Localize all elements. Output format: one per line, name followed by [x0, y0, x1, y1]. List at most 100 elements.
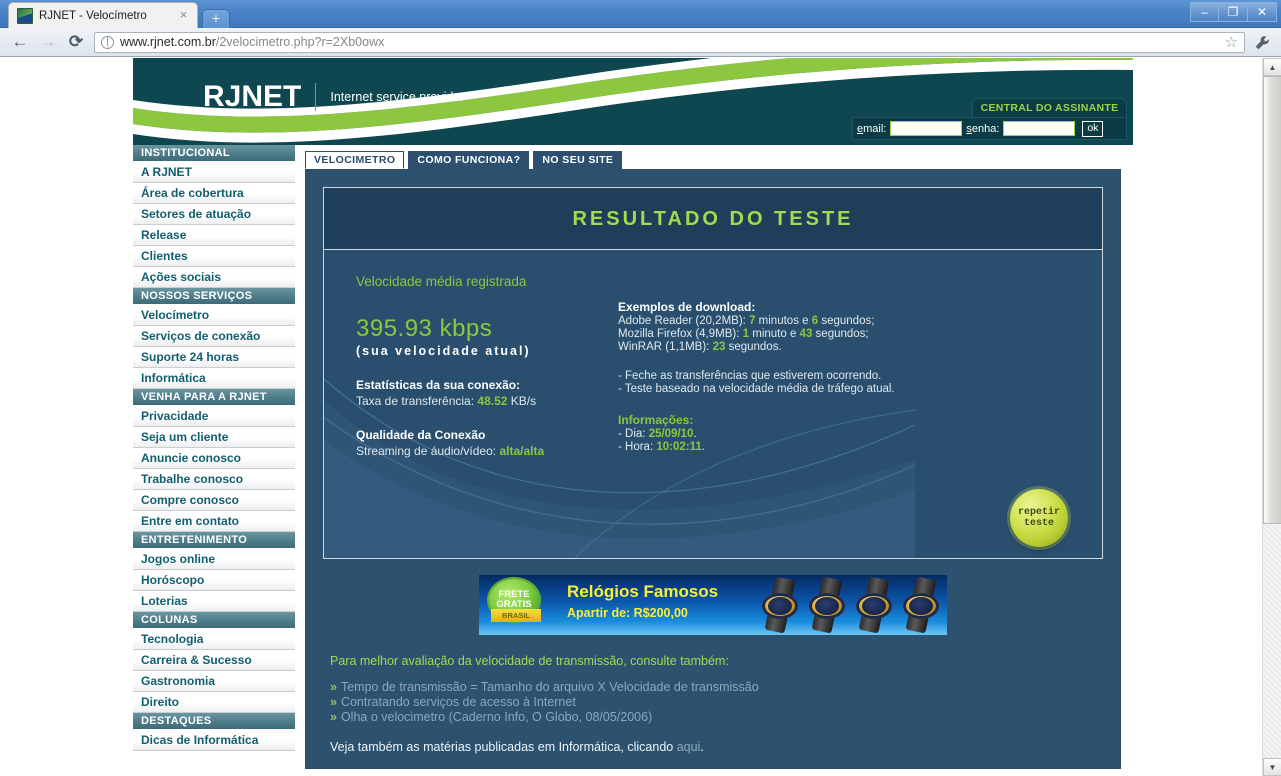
sidebar-item-anuncie-conosco[interactable]: Anuncie conosco [133, 448, 295, 469]
sidebar-item-servicos-de-conexao[interactable]: Serviços de conexão [133, 326, 295, 347]
ad-banner[interactable]: FRETE GRATIS BRASIL Relógios Famosos Apa… [479, 575, 947, 635]
example-name: WinRAR (1,1MB): [618, 341, 710, 353]
sidebar-item-direito[interactable]: Direito [133, 692, 295, 713]
browser-tab-title: RJNET - Velocímetro [39, 9, 147, 22]
sidebar-item-dicas-de-informatica[interactable]: Dicas de Informática [133, 730, 295, 751]
tab-no-seu-site[interactable]: NO SEU SITE [533, 151, 623, 169]
sidebar-item-entre-em-contato[interactable]: Entre em contato [133, 511, 295, 532]
site-header: RJNET Internet service provider CENTRAL … [133, 58, 1133, 145]
sidebar-item-tecnologia[interactable]: Tecnologia [133, 629, 295, 650]
site-logo[interactable]: RJNET Internet service provider [203, 80, 464, 114]
sidebar-item-area-de-cobertura[interactable]: Área de cobertura [133, 183, 295, 204]
sidebar-item-velocimetro[interactable]: Velocímetro [133, 305, 295, 326]
central-do-assinante-tab[interactable]: CENTRAL DO ASSINANTE [972, 98, 1127, 117]
transfer-rate-row: Taxa de transferência: 48.52 KB/s [356, 394, 636, 408]
maximize-restore-button[interactable]: ❐ [1219, 2, 1248, 22]
sidebar-item-acoes-sociais[interactable]: Ações sociais [133, 267, 295, 288]
footer-link[interactable]: » Tempo de transmissão = Tamanho do arqui… [330, 680, 1120, 694]
footer-tail-text: Veja também as matérias publicadas em In… [330, 740, 677, 754]
reload-icon[interactable]: ⟳ [62, 29, 90, 55]
forward-icon[interactable]: → [34, 29, 62, 55]
bookmark-star-icon[interactable]: ☆ [1225, 34, 1238, 51]
transfer-rate-value: 48.52 [477, 394, 508, 408]
back-icon[interactable]: ← [6, 29, 34, 55]
footer-link-label: Tempo de transmissão = Tamanho do arquiv… [340, 680, 759, 694]
tab-como-funciona[interactable]: COMO FUNCIONA? [408, 151, 530, 169]
note-line: - Teste baseado na velocidade média de t… [618, 383, 895, 395]
example-n1: 23 [712, 341, 726, 353]
scroll-down-button[interactable]: ▼ [1263, 758, 1281, 776]
sidebar-item-release[interactable]: Release [133, 225, 295, 246]
footer-intro: Para melhor avaliação da velocidade de t… [330, 654, 729, 668]
watch-icon [758, 576, 802, 634]
sidebar-item-a-rjnet[interactable]: A RJNET [133, 162, 295, 183]
banner-title: Relógios Famosos [567, 582, 719, 601]
footer-links: Para melhor avaliação da velocidade de t… [330, 654, 1120, 754]
scrollbar-track[interactable] [1263, 76, 1281, 758]
logo-text: RJNET [203, 80, 302, 113]
email-label: eemail:mail: [857, 122, 887, 135]
sidebar-item-loterias[interactable]: Loterias [133, 591, 295, 612]
repeat-test-button[interactable]: repetir teste [1010, 489, 1068, 547]
browser-window: RJNET - Velocímetro × + – ❐ ✕ ← → ⟳ www.… [0, 0, 1281, 776]
url-domain: www.rjnet.com.br [120, 35, 216, 49]
content-column: VELOCIMETRO COMO FUNCIONA? NO SEU SITE R… [295, 145, 1133, 769]
sidebar: INSTITUCIONAL A RJNET Área de cobertura … [133, 145, 295, 769]
logo-tagline: Internet service provider [330, 90, 465, 104]
page-viewport: RJNET Internet service provider CENTRAL … [0, 58, 1281, 776]
quality-block: Qualidade da Conexão Streaming de áudio/… [356, 428, 636, 458]
sidebar-item-gastronomia[interactable]: Gastronomia [133, 671, 295, 692]
wrench-menu-icon[interactable] [1249, 29, 1275, 55]
sidebar-item-horoscopo[interactable]: Horóscopo [133, 570, 295, 591]
footer-link[interactable]: » Contratando serviços de acesso à Intern… [330, 695, 1120, 709]
tab-velocimetro[interactable]: VELOCIMETRO [305, 151, 405, 169]
sidebar-section-colunas: COLUNAS Tecnologia Carreira & Sucesso Ga… [133, 612, 295, 713]
address-bar[interactable]: www.rjnet.com.br/2velocimetro.php?r=2Xb0… [94, 31, 1245, 53]
repeat-line-1: repetir [1017, 507, 1060, 518]
sidebar-item-clientes[interactable]: Clientes [133, 246, 295, 267]
browser-tab[interactable]: RJNET - Velocímetro × [8, 2, 198, 28]
sidebar-item-informatica[interactable]: Informática [133, 368, 295, 389]
sidebar-item-privacidade[interactable]: Privacidade [133, 406, 295, 427]
sidebar-item-setores-de-atuacao[interactable]: Setores de atuação [133, 204, 295, 225]
senha-label: senha: [966, 122, 1000, 135]
example-name: Adobe Reader (20,2MB): [618, 315, 746, 327]
sidebar-section-institucional: INSTITUCIONAL A RJNET Área de cobertura … [133, 145, 295, 288]
sidebar-item-carreira-sucesso[interactable]: Carreira & Sucesso [133, 650, 295, 671]
example-mid: minuto e [752, 328, 797, 340]
example-n1: 1 [742, 328, 750, 340]
sidebar-item-trabalhe-conosco[interactable]: Trabalhe conosco [133, 469, 295, 490]
sidebar-section-nossos-servicos: NOSSOS SERVIÇOS Velocímetro Serviços de … [133, 288, 295, 389]
login-ok-button[interactable]: ok [1082, 120, 1104, 137]
close-tab-icon[interactable]: × [176, 8, 191, 23]
chevron-right-icon: » [330, 710, 337, 724]
sidebar-item-compre-conosco[interactable]: Compre conosco [133, 490, 295, 511]
new-tab-button[interactable]: + [202, 9, 230, 28]
sidebar-section-venha-para-a-rjnet: VENHA PARA A RJNET Privacidade Seja um c… [133, 389, 295, 532]
footer-link[interactable]: » Olha o velocimetro (Caderno Info, O Glo… [330, 710, 1120, 724]
sidebar-section-destaques: DESTAQUES Dicas de Informática [133, 713, 295, 751]
sidebar-item-jogos-online[interactable]: Jogos online [133, 549, 295, 570]
window-controls: – ❐ ✕ [1190, 2, 1277, 22]
password-field[interactable] [1003, 121, 1076, 136]
browser-tabstrip: RJNET - Velocímetro × + [8, 2, 230, 28]
info-day-label: - Dia: [618, 428, 646, 440]
scroll-up-button[interactable]: ▲ [1263, 58, 1281, 76]
sidebar-item-seja-um-cliente[interactable]: Seja um cliente [133, 427, 295, 448]
email-field[interactable] [890, 121, 963, 136]
globe-icon [101, 35, 114, 49]
info-heading: Informações: [618, 413, 694, 427]
minimize-button[interactable]: – [1190, 2, 1219, 22]
footer-link-list: » Tempo de transmissão = Tamanho do arqui… [330, 680, 1120, 724]
footer-aqui-link[interactable]: aqui [677, 740, 701, 754]
sidebar-item-suporte-24-horas[interactable]: Suporte 24 horas [133, 347, 295, 368]
site-body: INSTITUCIONAL A RJNET Área de cobertura … [133, 145, 1133, 769]
close-window-button[interactable]: ✕ [1248, 2, 1277, 22]
repeat-test-label: repetir teste [1018, 507, 1060, 529]
page-scrollbar[interactable]: ▲ ▼ [1262, 58, 1281, 776]
sidebar-section-title: COLUNAS [133, 612, 295, 629]
speed-caption: (sua velocidade atual) [356, 344, 531, 358]
scrollbar-thumb[interactable] [1263, 76, 1281, 524]
result-card: RESULTADO DO TESTE Velocidade média regi… [323, 187, 1103, 559]
page-tabbar: VELOCIMETRO COMO FUNCIONA? NO SEU SITE [295, 145, 1133, 169]
